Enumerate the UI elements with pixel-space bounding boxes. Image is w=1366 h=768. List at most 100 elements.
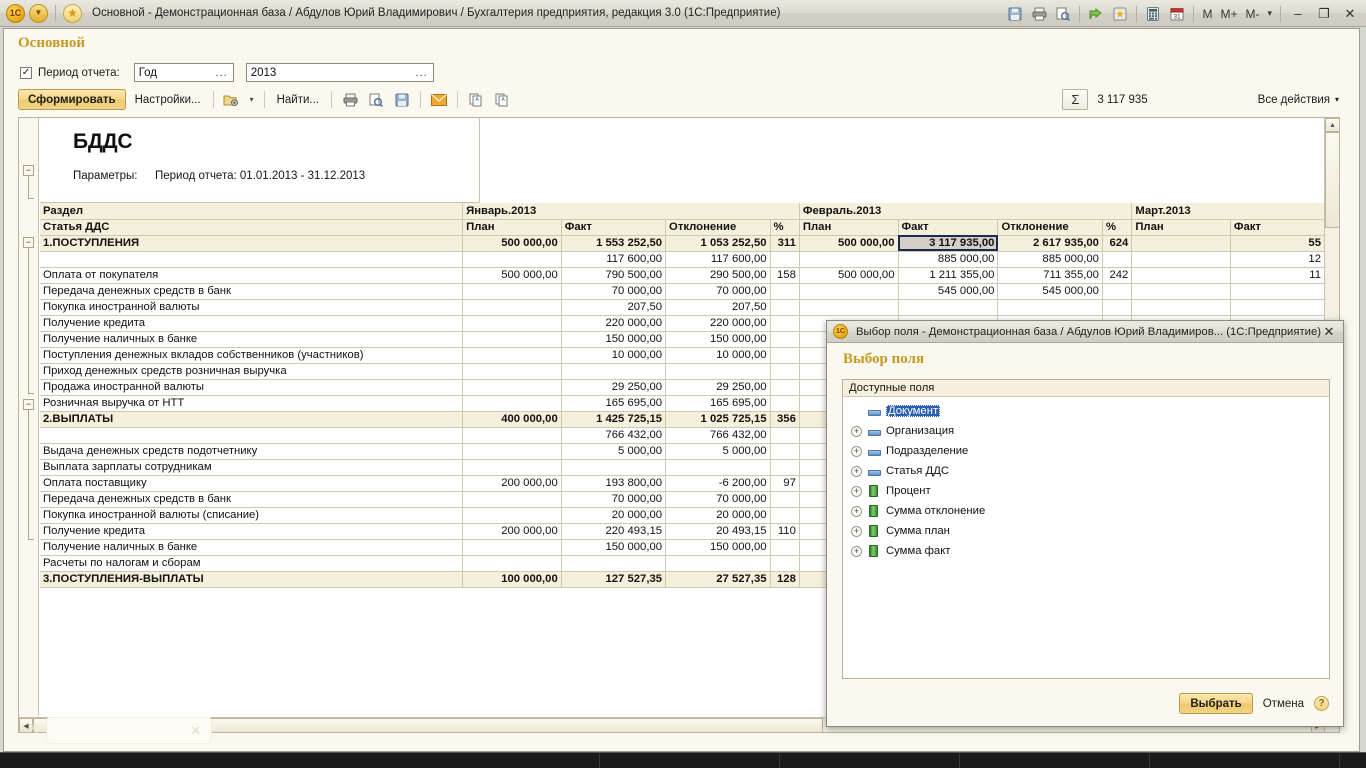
cell-feb-3[interactable]	[1102, 283, 1133, 300]
period-kind-input[interactable]: Год ...	[133, 63, 234, 82]
cell-jan-1[interactable]: 150 000,00	[561, 539, 667, 556]
cell-jan-0[interactable]	[462, 427, 562, 444]
field-tree-item[interactable]: + Статья ДДС	[843, 461, 1329, 481]
period-year-picker-button[interactable]: ...	[413, 67, 431, 79]
cell-jan-3[interactable]	[770, 539, 800, 556]
cell-jan-0[interactable]	[462, 555, 562, 572]
cell-jan-2[interactable]: 290 500,00	[665, 267, 771, 284]
cell-jan-2[interactable]: 70 000,00	[665, 283, 771, 300]
table-row[interactable]: 1.ПОСТУПЛЕНИЯ 500 000,00 1 553 252,50 1 053…	[40, 235, 1325, 252]
cell-jan-0[interactable]	[462, 491, 562, 508]
cancel-button[interactable]: Отмена	[1263, 698, 1304, 710]
folder-settings-icon[interactable]	[221, 89, 243, 110]
cell-jan-3[interactable]	[770, 427, 800, 444]
cell-jan-0[interactable]	[462, 443, 562, 460]
cell-jan-0[interactable]	[462, 251, 562, 268]
chevron-down-icon[interactable]: ▾	[1264, 8, 1275, 19]
cell-jan-2[interactable]: 150 000,00	[665, 331, 771, 348]
cell-jan-3[interactable]: 311	[770, 235, 800, 252]
field-tree-item[interactable]: + Подразделение	[843, 441, 1329, 461]
cell-feb-0[interactable]	[799, 299, 899, 316]
row-label[interactable]: 3.ПОСТУПЛЕНИЯ-ВЫПЛАТЫ	[40, 571, 464, 588]
cell-jan-1[interactable]	[561, 555, 667, 572]
restore-button[interactable]: ❐	[1312, 3, 1336, 24]
cell-jan-0[interactable]	[462, 331, 562, 348]
cell-jan-0[interactable]: 500 000,00	[462, 267, 562, 284]
cell-jan-0[interactable]	[462, 379, 562, 396]
cell-jan-2[interactable]: 165 695,00	[665, 395, 771, 412]
cell-jan-2[interactable]: 207,50	[665, 299, 771, 316]
cell-feb-3[interactable]	[1102, 299, 1133, 316]
cell-jan-1[interactable]: 70 000,00	[561, 491, 667, 508]
cell-jan-0[interactable]	[462, 539, 562, 556]
find-button[interactable]: Найти...	[272, 89, 324, 110]
cell-jan-2[interactable]: 5 000,00	[665, 443, 771, 460]
print-preview-icon[interactable]	[1052, 3, 1074, 24]
cell-jan-0[interactable]: 400 000,00	[462, 411, 562, 428]
row-label[interactable]: 1.ПОСТУПЛЕНИЯ	[40, 235, 464, 252]
row-label[interactable]: Передача денежных средств в банк	[40, 283, 464, 300]
row-label[interactable]: Передача денежных средств в банк	[40, 491, 464, 508]
cell-jan-2[interactable]: 117 600,00	[665, 251, 771, 268]
cell-mar-0[interactable]	[1131, 251, 1231, 268]
field-tree-item[interactable]: + Сумма отклонение	[843, 501, 1329, 521]
cell-feb-1[interactable]: 885 000,00	[898, 251, 999, 268]
cell-jan-2[interactable]: 150 000,00	[665, 539, 771, 556]
copy-text-alt-icon[interactable]: A	[491, 89, 513, 110]
cell-jan-1[interactable]: 117 600,00	[561, 251, 667, 268]
cell-jan-1[interactable]: 10 000,00	[561, 347, 667, 364]
main-menu-icon[interactable]: ▼	[29, 3, 48, 23]
select-button[interactable]: Выбрать	[1179, 693, 1253, 714]
dialog-title-bar[interactable]: 1C Выбор поля - Демонстрационная база / …	[827, 321, 1343, 343]
minimize-button[interactable]: –	[1286, 3, 1310, 24]
cell-jan-0[interactable]: 500 000,00	[462, 235, 562, 252]
expand-icon[interactable]: +	[851, 465, 862, 477]
row-label[interactable]: Оплата от покупателя	[40, 267, 464, 284]
field-tree-item[interactable]: + Сумма план	[843, 521, 1329, 541]
row-label[interactable]: 2.ВЫПЛАТЫ	[40, 411, 464, 428]
cell-jan-1[interactable]: 193 800,00	[561, 475, 667, 492]
cell-jan-3[interactable]	[770, 443, 800, 460]
table-row[interactable]: Оплата от покупателя 500 000,00 790 500,00…	[40, 267, 1325, 284]
cell-jan-3[interactable]	[770, 299, 800, 316]
help-icon[interactable]: ?	[1314, 696, 1329, 711]
add-favorite-icon[interactable]	[1109, 3, 1131, 24]
cell-mar-1[interactable]: 11	[1230, 267, 1325, 284]
dialog-close-button[interactable]: ✕	[1321, 324, 1337, 340]
cell-feb-3[interactable]: 624	[1102, 235, 1133, 252]
cell-jan-3[interactable]	[770, 251, 800, 268]
cell-jan-0[interactable]	[462, 283, 562, 300]
cell-jan-3[interactable]: 97	[770, 475, 800, 492]
cell-feb-0[interactable]: 500 000,00	[799, 267, 899, 284]
available-fields-list[interactable]: Доступные поля Документ + Организация + Подр…	[842, 379, 1330, 679]
close-button[interactable]: ✕	[1338, 3, 1362, 24]
copy-text-icon[interactable]: A	[465, 89, 487, 110]
cell-jan-1[interactable]: 5 000,00	[561, 443, 667, 460]
cell-jan-2[interactable]: -6 200,00	[665, 475, 771, 492]
cell-feb-1[interactable]	[898, 299, 999, 316]
cell-jan-2[interactable]: 20 000,00	[665, 507, 771, 524]
cell-jan-3[interactable]	[770, 347, 800, 364]
field-tree-item[interactable]: + Процент	[843, 481, 1329, 501]
cell-jan-3[interactable]	[770, 379, 800, 396]
cell-jan-2[interactable]: 20 493,15	[665, 523, 771, 540]
cell-mar-1[interactable]	[1230, 283, 1325, 300]
print-icon[interactable]	[1028, 3, 1050, 24]
sum-icon[interactable]: Σ	[1062, 89, 1089, 110]
cell-feb-2[interactable]: 711 355,00	[997, 267, 1103, 284]
row-label[interactable]: Получение наличных в банке	[40, 539, 464, 556]
cell-jan-0[interactable]	[462, 459, 562, 476]
row-label[interactable]: Поступления денежных вкладов собственник…	[40, 347, 464, 364]
settings-button[interactable]: Настройки...	[130, 89, 206, 110]
cell-jan-3[interactable]: 128	[770, 571, 800, 588]
memory-subtract-button[interactable]: M-	[1242, 7, 1262, 21]
row-label[interactable]: Расчеты по налогам и сборам	[40, 555, 464, 572]
cell-jan-3[interactable]	[770, 507, 800, 524]
row-label[interactable]: Розничная выручка от НТТ	[40, 395, 464, 412]
cell-jan-3[interactable]	[770, 331, 800, 348]
row-label[interactable]: Выдача денежных средств подотчетнику	[40, 443, 464, 460]
period-kind-picker-button[interactable]: ...	[213, 67, 231, 79]
cell-jan-1[interactable]: 220 000,00	[561, 315, 667, 332]
favorites-icon[interactable]: ★	[63, 3, 82, 23]
mail-icon[interactable]	[428, 89, 450, 110]
